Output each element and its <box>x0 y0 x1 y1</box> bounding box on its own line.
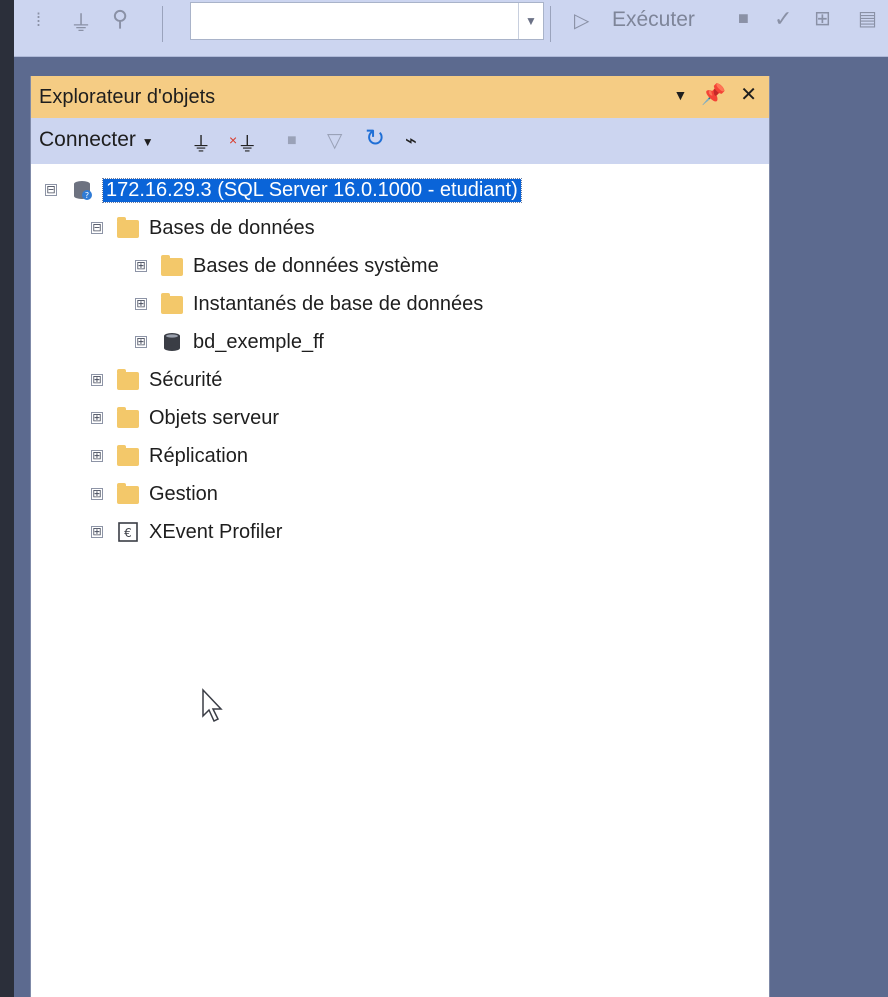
plug-icon[interactable]: ⏚ <box>70 6 92 38</box>
database-icon <box>161 331 183 353</box>
folder-icon <box>117 369 139 391</box>
toolbar-separator <box>162 6 163 42</box>
filter-plug-icon[interactable]: ⚲ <box>112 6 128 32</box>
panel-title-bar: Explorateur d'objets ▼ 📌 ✕ <box>31 76 769 118</box>
object-explorer-panel: Explorateur d'objets ▼ 📌 ✕ Connecter ▼ ⏚… <box>30 76 770 997</box>
explorer-toolbar: Connecter ▼ ⏚ ×⏚ ■ ▽ ↻ ⌁ <box>31 118 769 164</box>
dropdown-icon[interactable]: ▼ <box>673 87 687 103</box>
expand-icon[interactable]: ⊞ <box>91 374 103 386</box>
tree-node-security[interactable]: ⊞ Sécurité <box>91 362 222 398</box>
tree-label-databases: Bases de données <box>149 216 315 239</box>
tree-node-system-databases[interactable]: ⊞ Bases de données système <box>135 248 439 284</box>
folder-icon <box>117 217 139 239</box>
tree-node-xevent-profiler[interactable]: ⊞ € XEvent Profiler <box>91 514 282 550</box>
expand-icon[interactable]: ⊞ <box>91 526 103 538</box>
folder-icon <box>161 293 183 315</box>
activity-monitor-icon[interactable]: ⌁ <box>405 128 417 153</box>
folder-icon <box>161 255 183 277</box>
tree-label-snapshots: Instantanés de base de données <box>193 292 484 315</box>
tree-label-replication: Réplication <box>149 444 248 467</box>
toolbar-separator <box>550 6 551 42</box>
expand-icon[interactable]: ⊞ <box>91 450 103 462</box>
tree-label-management: Gestion <box>149 482 218 505</box>
disconnect-icon[interactable]: ×⏚ <box>229 128 257 157</box>
pin-icon[interactable]: 📌 <box>701 82 726 107</box>
chevron-down-icon: ▼ <box>141 135 154 149</box>
play-icon[interactable]: ▷ <box>574 8 589 33</box>
expand-icon[interactable]: ⊞ <box>91 488 103 500</box>
execute-button[interactable]: Exécuter <box>612 8 695 32</box>
tree-node-management[interactable]: ⊞ Gestion <box>91 476 218 512</box>
tree-node-databases[interactable]: ⊟ Bases de données <box>91 210 315 246</box>
panel-title: Explorateur d'objets <box>39 86 216 108</box>
tree-label-server: 172.16.29.3 (SQL Server 16.0.1000 - etud… <box>102 177 522 203</box>
expand-icon[interactable]: ⊞ <box>135 260 147 272</box>
query-plan-icon[interactable]: ⊞ <box>814 6 831 31</box>
tree-node-database[interactable]: ⊞ bd_exemple_ff <box>135 324 324 360</box>
tree-label-xevent-profiler: XEvent Profiler <box>149 520 283 543</box>
mouse-cursor-icon <box>202 688 223 723</box>
check-icon[interactable]: ✓ <box>774 6 792 32</box>
tree-label-system-databases: Bases de données système <box>193 254 439 277</box>
svg-text:€: € <box>124 526 132 540</box>
expand-icon[interactable]: ⊞ <box>135 298 147 310</box>
expand-icon[interactable]: ⊞ <box>135 336 147 348</box>
tree-node-server[interactable]: ⊟ ? 172.16.29.3 (SQL Server 16.0.1000 - … <box>45 172 522 208</box>
collapse-icon[interactable]: ⊟ <box>91 222 103 234</box>
folder-icon <box>117 483 139 505</box>
window-left-edge <box>0 0 14 997</box>
tree-label-security: Sécurité <box>149 368 223 391</box>
chevron-down-icon[interactable]: ▼ <box>518 3 543 39</box>
tree-node-replication[interactable]: ⊞ Réplication <box>91 438 248 474</box>
tree-node-server-objects[interactable]: ⊞ Objets serveur <box>91 400 279 436</box>
refresh-icon[interactable]: ↻ <box>365 124 385 153</box>
xevent-profiler-icon: € <box>117 521 139 543</box>
stop-icon[interactable]: ■ <box>738 8 749 29</box>
tree-label-server-objects: Objets serveur <box>149 406 280 429</box>
expand-icon[interactable]: ⊞ <box>91 412 103 424</box>
connect-label: Connecter <box>39 128 136 151</box>
folder-icon <box>117 445 139 467</box>
grip-icon: ⁞ <box>36 10 42 30</box>
connect-plug-icon[interactable]: ⏚ <box>191 128 211 157</box>
filter-icon[interactable]: ▽ <box>327 128 342 153</box>
tree-node-snapshots[interactable]: ⊞ Instantanés de base de données <box>135 286 483 322</box>
folder-icon <box>117 407 139 429</box>
database-combo[interactable]: ▼ <box>190 2 544 40</box>
tree-label-database: bd_exemple_ff <box>193 330 324 353</box>
collapse-icon[interactable]: ⊟ <box>45 184 57 196</box>
stop-icon[interactable]: ■ <box>287 132 297 150</box>
server-icon: ? <box>71 179 93 201</box>
connect-button[interactable]: Connecter ▼ <box>39 128 154 152</box>
svg-text:?: ? <box>85 191 89 200</box>
close-icon[interactable]: ✕ <box>740 82 757 107</box>
main-toolbar: ⁞ ⏚ ⚲ ▼ ▷ Exécuter ■ ✓ ⊞ ▤ <box>14 0 888 57</box>
results-icon[interactable]: ▤ <box>858 6 877 31</box>
